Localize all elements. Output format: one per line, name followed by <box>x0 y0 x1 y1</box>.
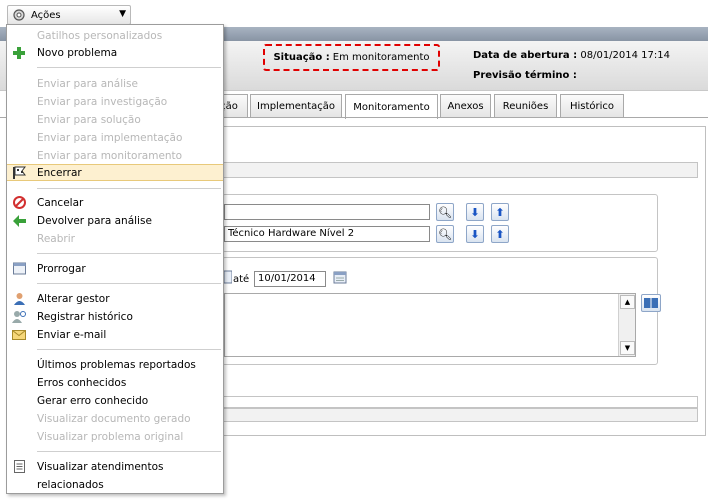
menu-item-gerar-erro[interactable]: Gerar erro conhecido <box>7 392 223 409</box>
arrow-up-icon: ⬆ <box>495 227 505 241</box>
end-date-field[interactable]: 10/01/2014 <box>254 271 326 287</box>
menu-item-enviar-email[interactable]: Enviar e-mail <box>7 326 223 343</box>
menu-item-novo-problema[interactable]: Novo problema <box>7 44 223 61</box>
tab-historico[interactable]: Histórico <box>560 94 624 118</box>
actions-button[interactable]: Ações ▼ <box>7 5 131 25</box>
calendar-icon-end[interactable] <box>333 270 347 287</box>
arrow-up-icon: ⬆ <box>495 205 505 219</box>
menu-item-cancelar[interactable]: Cancelar <box>7 194 223 211</box>
magnifier-icon: 🔍︎ <box>438 205 452 219</box>
move-up-button[interactable]: ⬆ <box>491 203 509 221</box>
plus-icon <box>12 46 26 60</box>
calendar-icon[interactable] <box>223 270 233 287</box>
menu-item-enviar-implementacao: Enviar para implementação <box>37 131 183 144</box>
actions-menu: Gatilhos personalizados Novo problema En… <box>6 24 224 494</box>
situacao-label: Situação : <box>273 52 330 63</box>
menu-item-prorrogar[interactable]: Prorrogar <box>7 260 223 277</box>
menu-item-enviar-solucao: Enviar para solução <box>37 113 141 126</box>
responsible-field[interactable] <box>224 204 430 220</box>
actions-button-label: Ações <box>31 9 61 21</box>
section-footer <box>222 396 698 408</box>
knowledge-book-button[interactable] <box>641 294 661 312</box>
tab-reunioes[interactable]: Reuniões <box>494 94 557 118</box>
menu-item-erros-conhecidos[interactable]: Erros conhecidos <box>7 374 223 391</box>
menu-item-registrar-historico[interactable]: Registrar histórico <box>7 308 223 325</box>
description-textarea[interactable] <box>224 293 636 357</box>
scrollbar[interactable]: ▲ ▼ <box>618 294 635 356</box>
arrow-down-icon: ⬇ <box>470 205 480 219</box>
calendar-icon <box>12 262 26 276</box>
menu-divider <box>37 283 221 284</box>
opening-date: Data de abertura : 08/01/2014 17:14 <box>473 50 670 61</box>
arrow-left-icon <box>12 214 26 228</box>
menu-divider <box>37 253 221 254</box>
menu-item-encerrar[interactable]: Encerrar <box>7 164 223 181</box>
menu-item-relacionados[interactable]: relacionados <box>7 476 223 493</box>
move-up-button-2[interactable]: ⬆ <box>491 225 509 243</box>
menu-item-enviar-monitoramento: Enviar para monitoramento <box>37 149 183 162</box>
expected-end-label: Previsão término : <box>473 70 577 81</box>
menu-divider <box>37 67 221 68</box>
search-button[interactable]: 🔍︎ <box>436 203 454 221</box>
tab-anexos[interactable]: Anexos <box>440 94 491 118</box>
envelope-icon <box>12 328 26 342</box>
menu-item-enviar-investigacao: Enviar para investigação <box>37 95 168 108</box>
user-icon <box>12 292 26 306</box>
user-history-icon <box>12 310 26 324</box>
menu-item-gatilhos: Gatilhos personalizados <box>37 29 163 42</box>
status-box: Situação : Em monitoramento <box>263 44 440 71</box>
section-footer-2 <box>222 408 698 422</box>
menu-divider <box>37 349 221 350</box>
scroll-up-arrow-icon[interactable]: ▲ <box>620 295 635 309</box>
move-down-button[interactable]: ⬇ <box>466 203 484 221</box>
gear-icon <box>11 7 27 23</box>
menu-item-devolver-analise[interactable]: Devolver para análise <box>7 212 223 229</box>
opening-date-value: 08/01/2014 17:14 <box>580 50 670 61</box>
move-down-button-2[interactable]: ⬇ <box>466 225 484 243</box>
tab-monitoramento[interactable]: Monitoramento <box>345 94 438 119</box>
arrow-down-icon: ⬇ <box>470 227 480 241</box>
chevron-down-icon: ▼ <box>119 9 126 19</box>
ate-label: até <box>233 274 250 285</box>
menu-item-reabrir: Reabrir <box>37 232 75 245</box>
magnifier-icon: 🔍︎ <box>438 227 452 241</box>
menu-item-visualizar-atendimentos[interactable]: Visualizar atendimentos <box>7 458 223 475</box>
menu-divider <box>37 451 221 452</box>
scroll-down-arrow-icon[interactable]: ▼ <box>620 341 635 355</box>
group-field[interactable]: Técnico Hardware Nível 2 <box>224 226 430 242</box>
book-icon <box>644 298 658 308</box>
menu-item-visualizar-documento: Visualizar documento gerado <box>37 412 191 425</box>
menu-divider <box>37 188 221 189</box>
opening-date-label: Data de abertura : <box>473 50 578 61</box>
menu-item-visualizar-problema: Visualizar problema original <box>37 430 184 443</box>
situacao-value: Em monitoramento <box>332 52 430 63</box>
flag-icon <box>12 166 26 180</box>
search-button-2[interactable]: 🔍︎ <box>436 225 454 243</box>
tab-implementacao[interactable]: Implementação <box>250 94 342 118</box>
menu-item-ultimos-problemas[interactable]: Últimos problemas reportados <box>7 356 223 373</box>
menu-item-enviar-analise: Enviar para análise <box>37 77 138 90</box>
section-header <box>222 162 698 178</box>
cancel-icon <box>12 196 26 210</box>
document-list-icon <box>12 460 26 474</box>
menu-item-alterar-gestor[interactable]: Alterar gestor <box>7 290 223 307</box>
